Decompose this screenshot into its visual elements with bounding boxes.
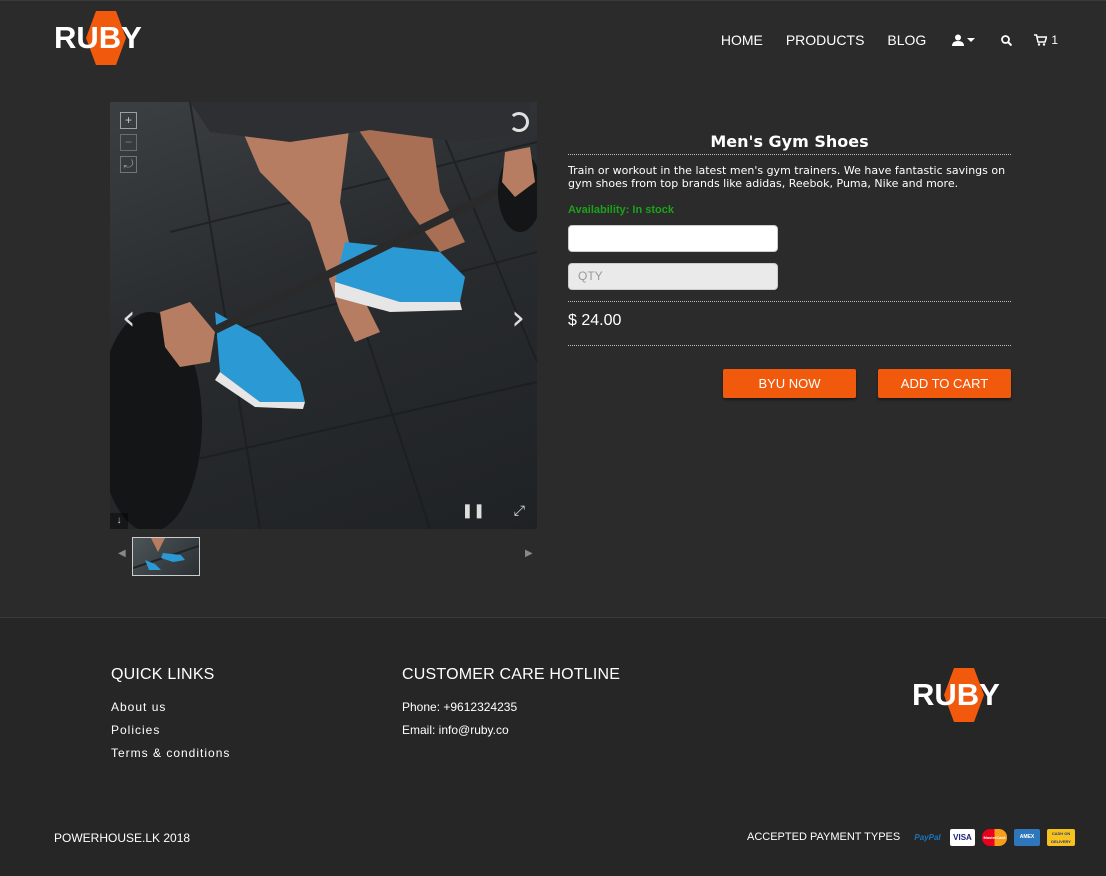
site-header: RUBY HOME PRODUCTS BLOG 1 xyxy=(0,0,1106,80)
brand-logo[interactable]: RUBY xyxy=(54,10,162,68)
cart-button[interactable]: 1 xyxy=(1034,33,1058,47)
amex-icon: AMEX xyxy=(1014,829,1040,846)
product-price: $ 24.00 xyxy=(568,312,622,329)
logo-text: RUBY xyxy=(912,677,1000,712)
footer-logo: RUBY xyxy=(912,667,1020,723)
add-to-cart-button[interactable]: ADD TO CART xyxy=(878,369,1011,398)
download-icon[interactable]: ↓ xyxy=(110,513,128,529)
nav-home[interactable]: HOME xyxy=(721,32,763,48)
product-photo xyxy=(110,102,537,529)
fullscreen-icon[interactable]: ⤢ xyxy=(514,502,525,519)
divider xyxy=(568,154,1011,155)
visa-icon: VISA xyxy=(950,829,975,846)
next-arrow-icon[interactable]: › xyxy=(511,298,525,338)
reset-zoom-button[interactable]: ⤾ xyxy=(120,156,137,173)
mastercard-icon: MasterCard xyxy=(982,829,1007,846)
availability-status: Availability: In stock xyxy=(568,204,674,216)
footer-link-policies[interactable]: Policies xyxy=(111,723,160,737)
pause-icon[interactable]: ❚❚ xyxy=(462,502,485,519)
footer-email[interactable]: Email: info@ruby.co xyxy=(402,723,509,737)
caret-down-icon xyxy=(967,38,976,42)
prev-arrow-icon[interactable]: ‹ xyxy=(122,298,136,338)
buy-now-button[interactable]: BYU NOW xyxy=(723,369,856,398)
site-footer: QUICK LINKS About us Policies Terms & co… xyxy=(0,619,1106,876)
footer-phone: Phone: +9612324235 xyxy=(402,700,518,714)
quick-links-heading: QUICK LINKS xyxy=(111,666,215,683)
cash-on-delivery-icon: CASH ON DELIVERY xyxy=(1047,829,1075,846)
thumb-next-icon[interactable]: ▶ xyxy=(525,548,533,559)
thumbnail-strip: ◀ ▶ xyxy=(110,536,537,576)
search-button[interactable] xyxy=(1001,34,1013,46)
thumb-prev-icon[interactable]: ◀ xyxy=(118,548,126,559)
user-icon xyxy=(952,34,965,46)
paypal-icon: PayPal xyxy=(914,833,941,842)
cart-count: 1 xyxy=(1051,33,1058,47)
zoom-in-button[interactable]: + xyxy=(120,112,137,129)
cart-icon xyxy=(1034,34,1048,46)
product-section: + − ⤾ ‹ › ❚❚ ⤢ ↓ ◀ ▶ Men's Gym Shoes Tra… xyxy=(0,80,1106,618)
thumbnail-image[interactable] xyxy=(132,537,200,576)
option-field[interactable] xyxy=(568,225,778,252)
user-menu[interactable] xyxy=(952,34,976,46)
footer-link-terms[interactable]: Terms & conditions xyxy=(111,746,230,760)
product-title: Men's Gym Shoes xyxy=(710,132,869,151)
loading-spinner-icon xyxy=(509,112,529,132)
product-image-viewer[interactable]: + − ⤾ ‹ › ❚❚ ⤢ ↓ xyxy=(110,102,537,529)
search-icon xyxy=(1001,34,1013,46)
logo-text: RUBY xyxy=(54,20,142,55)
payment-types-label: ACCEPTED PAYMENT TYPES xyxy=(747,831,901,843)
product-description: Train or workout in the latest men's gym… xyxy=(568,164,1006,190)
footer-link-about[interactable]: About us xyxy=(111,700,166,714)
thumbnail-photo xyxy=(133,538,199,570)
copyright-text: POWERHOUSE.LK 2018 xyxy=(54,831,191,845)
divider xyxy=(568,301,1011,302)
main-nav: HOME PRODUCTS BLOG 1 xyxy=(698,32,1058,48)
hotline-heading: CUSTOMER CARE HOTLINE xyxy=(402,666,621,683)
nav-blog[interactable]: BLOG xyxy=(887,32,926,48)
zoom-out-button[interactable]: − xyxy=(120,134,137,151)
divider xyxy=(568,345,1011,346)
quantity-field[interactable]: QTY xyxy=(568,263,778,290)
nav-products[interactable]: PRODUCTS xyxy=(786,32,865,48)
